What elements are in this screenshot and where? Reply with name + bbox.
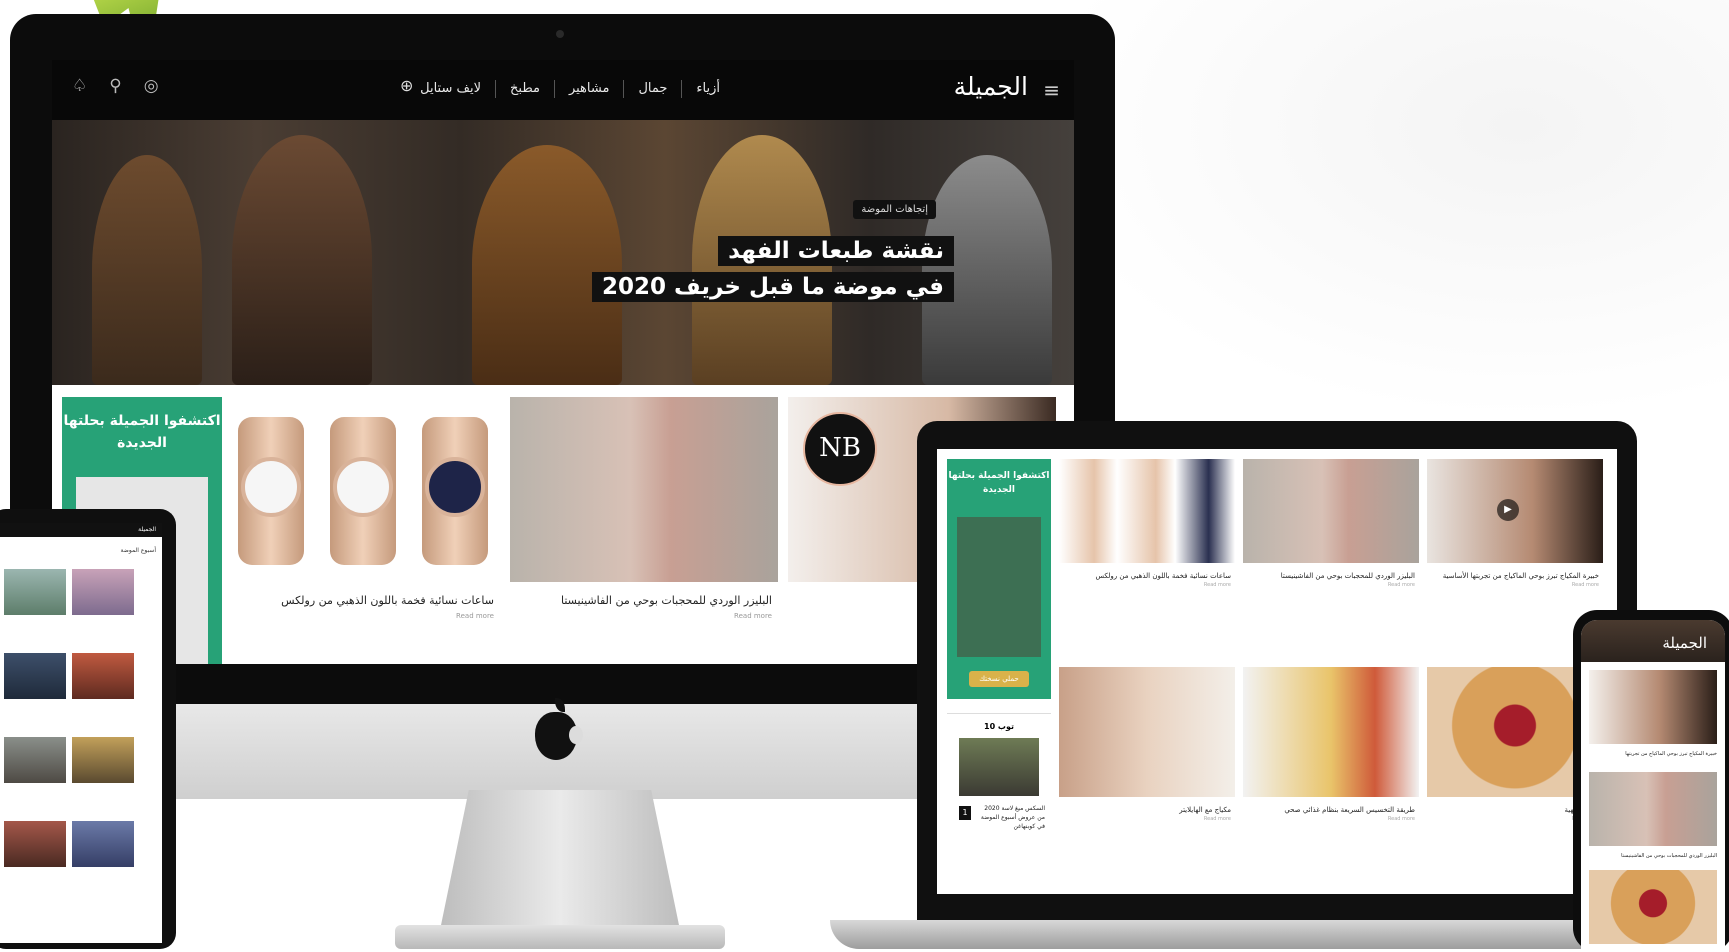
article-card[interactable]: ساعات نسائية فخمة باللون الذهبي من رولكس… <box>232 397 500 647</box>
article-image <box>232 397 500 582</box>
phone-device: الجميلة خبيرة المكياج تبرز بوحي الماكياج… <box>1573 610 1729 952</box>
nav-link-beauty[interactable]: جمال <box>623 80 681 98</box>
site-logo[interactable]: الجميلة <box>954 72 1028 101</box>
article-image <box>1243 459 1419 563</box>
article-title[interactable]: مكياج مع الهايلايتر <box>1059 805 1235 816</box>
nav-link-fashion[interactable]: أزياء <box>681 80 734 98</box>
plus-icon[interactable]: ⊕ <box>400 76 413 95</box>
ad-headline: اكتشفوا الجميلة بحلتها <box>63 413 221 429</box>
top-nav: ≡ الجميلة أزياء جمال مشاهير مطبخ لايف ست… <box>52 60 1074 120</box>
thumbnail[interactable] <box>4 569 66 615</box>
magazine-ad[interactable]: اكتشفوا الجميلة بحلتها الجديدة حملي نسخت… <box>947 459 1051 699</box>
article-card[interactable]: ▶ خبيرة المكياج تبرز بوحي الماكياج من تج… <box>1427 459 1603 588</box>
article-card[interactable]: طريقة التخسيس السريعة بنظام غذائي صحي Re… <box>1243 667 1419 822</box>
article-meta[interactable]: Read more <box>510 612 778 620</box>
model-figure <box>232 135 372 385</box>
ad-headline: اكتشفوا الجميلة بحلتها <box>948 471 1050 481</box>
article-meta[interactable]: Read more <box>1243 582 1419 588</box>
article-image[interactable] <box>1589 772 1717 846</box>
nav-link-kitchen[interactable]: مطبخ <box>495 80 554 98</box>
article-image[interactable] <box>1589 670 1717 744</box>
watch-image <box>330 417 396 565</box>
article-meta[interactable]: Read more <box>232 612 500 620</box>
article-title[interactable]: ساعات نسائية فخمة باللون الذهبي من رولكس <box>1059 571 1235 582</box>
article-image <box>1243 667 1419 797</box>
apple-logo-icon <box>535 698 583 760</box>
laptop-screen: اكتشفوا الجميلة بحلتها الجديدة حملي نسخت… <box>937 449 1617 894</box>
hero-title-line-1[interactable]: نقشة طبعات الفهد <box>718 236 954 266</box>
magazine-cover <box>957 517 1041 657</box>
imac-stand <box>440 790 680 930</box>
article-card[interactable]: مكياج مع الهايلايتر Read more <box>1059 667 1235 822</box>
watch-image <box>422 417 488 565</box>
brand-logo: NB <box>803 412 877 486</box>
search-icon[interactable]: ⚲ <box>109 76 121 96</box>
category-tag[interactable]: إتجاهات الموضة <box>853 200 936 219</box>
article-title[interactable]: البليزر الوردي للمحجبات بوحي من الفاشيني… <box>510 592 778 610</box>
article-title[interactable]: طريقة التخسيس السريعة بنظام غذائي صحي <box>1243 805 1419 816</box>
laptop-device: اكتشفوا الجميلة بحلتها الجديدة حملي نسخت… <box>917 421 1637 921</box>
tablet-nav[interactable]: الجميلة <box>0 523 162 537</box>
rank-badge: 1 <box>959 806 971 820</box>
phone-logo[interactable]: الجميلة <box>1581 620 1725 662</box>
play-icon[interactable]: ▶ <box>1497 499 1519 521</box>
article-title[interactable]: خبيرة المكياج تبرز بوحي الماكياج من تجرب… <box>1427 571 1603 582</box>
user-icon[interactable]: ◎ <box>144 76 159 96</box>
imac-stand-base <box>395 925 725 949</box>
article-image <box>1059 667 1235 797</box>
model-figure <box>92 155 202 385</box>
nav-link-lifestyle[interactable]: لايف ستايل <box>406 80 495 98</box>
top10-header: توب 10 <box>984 722 1014 731</box>
thumbnail[interactable] <box>4 653 66 699</box>
ad-subline: الجديدة <box>982 485 1016 495</box>
thumbnail[interactable] <box>72 653 134 699</box>
article-card[interactable]: البليزر الوردي للمحجبات بوحي من الفاشيني… <box>1243 459 1419 588</box>
article-meta[interactable]: Read more <box>1059 816 1235 822</box>
article-title[interactable]: خبيرة المكياج تبرز بوحي الماكياج من تجرب… <box>1589 750 1717 758</box>
menu-icon[interactable]: ≡ <box>1043 78 1060 102</box>
article-title[interactable]: البليزر الوردي للمحجبات بوحي من الفاشيني… <box>1589 852 1717 860</box>
thumbnail[interactable] <box>72 737 134 783</box>
article-image <box>510 397 778 582</box>
article-card[interactable]: ساعات نسائية فخمة باللون الذهبي من رولكس… <box>1059 459 1235 588</box>
hero-title-line-2[interactable]: في موضة ما قبل خريف 2020 <box>592 272 954 302</box>
model-figure <box>922 155 1052 385</box>
phone-screen: الجميلة خبيرة المكياج تبرز بوحي الماكياج… <box>1581 620 1725 952</box>
thumbnail[interactable] <box>4 737 66 783</box>
thumbnail[interactable] <box>4 821 66 867</box>
nav-links: أزياء جمال مشاهير مطبخ لايف ستايل <box>406 80 734 98</box>
article-title[interactable]: ساعات نسائية فخمة باللون الذهبي من رولكس <box>232 592 500 610</box>
hero-banner[interactable]: إتجاهات الموضة نقشة طبعات الفهد في موضة … <box>52 120 1074 385</box>
thumbnail[interactable] <box>72 821 134 867</box>
ad-subline: الجديدة <box>117 435 167 451</box>
download-issue-button[interactable]: حملي نسختك <box>969 671 1029 687</box>
model-figure <box>472 145 622 385</box>
bell-icon[interactable]: ♤ <box>72 76 87 96</box>
article-image: ▶ <box>1427 459 1603 563</box>
top10-thumbnail[interactable] <box>959 738 1039 796</box>
article-title[interactable]: البليزر الوردي للمحجبات بوحي من الفاشيني… <box>1243 571 1419 582</box>
article-meta[interactable]: Read more <box>1059 582 1235 588</box>
article-image <box>1059 459 1235 563</box>
nav-link-celebrities[interactable]: مشاهير <box>553 80 623 98</box>
article-card[interactable]: البليزر الوردي للمحجبات بوحي من الفاشيني… <box>510 397 778 647</box>
background <box>1029 0 1729 420</box>
camera <box>556 30 564 38</box>
article-image[interactable] <box>1589 870 1717 944</box>
top10-item-title[interactable]: السكس ميغ لاسة 2020 من عروض أسبوع الموضة… <box>975 804 1045 831</box>
article-meta[interactable]: Read more <box>1243 816 1419 822</box>
watch-image <box>238 417 304 565</box>
article-meta[interactable]: Read more <box>1427 582 1603 588</box>
nav-icons: ♤ ⚲ ◎ <box>72 76 159 96</box>
tablet-screen: الجميلة أسبوع الموضة <box>0 523 162 943</box>
top10-widget: توب 10 1 السكس ميغ لاسة 2020 من عروض أسب… <box>947 713 1051 844</box>
tablet-device: الجميلة أسبوع الموضة <box>0 509 176 949</box>
tablet-section-title: أسبوع الموضة <box>120 547 156 554</box>
thumbnail[interactable] <box>72 569 134 615</box>
